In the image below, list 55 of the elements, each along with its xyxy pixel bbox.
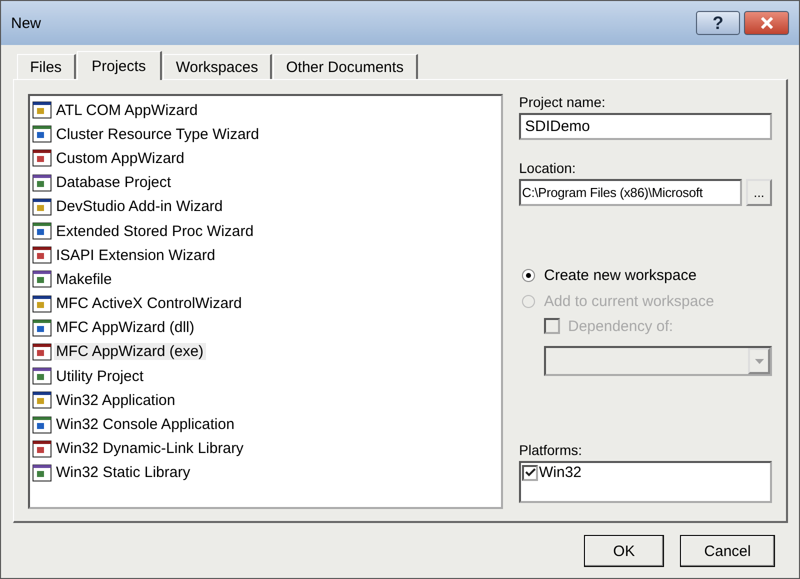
list-item[interactable]: Cluster Resource Type Wizard bbox=[54, 126, 262, 143]
window-title: New bbox=[11, 14, 42, 32]
list-item[interactable]: Utility Project bbox=[54, 368, 146, 385]
project-icon bbox=[32, 269, 52, 290]
location-field[interactable]: C:\Program Files (x86)\Microsoft bbox=[519, 179, 742, 206]
list-item[interactable]: Makefile bbox=[54, 270, 114, 288]
project-icon bbox=[32, 124, 52, 144]
project-icon bbox=[32, 342, 52, 362]
field-label: Platforms: bbox=[519, 442, 584, 458]
tab[interactable]: Projects bbox=[76, 51, 162, 80]
project-icon bbox=[32, 366, 52, 386]
browse-button[interactable]: ... bbox=[746, 179, 772, 206]
list-item[interactable]: MFC AppWizard (dll) bbox=[54, 319, 196, 336]
project-icon bbox=[32, 414, 52, 435]
checkbox[interactable] bbox=[522, 464, 538, 480]
radio-button[interactable] bbox=[522, 268, 535, 282]
field-label: Location: bbox=[519, 160, 577, 176]
project-icon bbox=[32, 390, 52, 410]
list-item[interactable]: DevStudio Add-in Wizard bbox=[54, 198, 225, 216]
tab[interactable]: Other Documents bbox=[273, 54, 418, 79]
project-icon bbox=[32, 148, 52, 168]
project-icon bbox=[32, 462, 52, 483]
list-item[interactable]: Win32 Application bbox=[54, 392, 178, 409]
project-icon bbox=[32, 100, 52, 120]
radio-label: Add to current workspace bbox=[544, 292, 714, 310]
dropdown-arrow-icon bbox=[754, 358, 764, 364]
field-label: Project name: bbox=[519, 94, 606, 110]
close-button[interactable] bbox=[744, 11, 789, 35]
project-icon bbox=[32, 196, 52, 217]
project-icon bbox=[32, 294, 52, 314]
list-item[interactable]: ATL COM AppWizard bbox=[54, 102, 200, 119]
project-icon bbox=[32, 221, 52, 242]
project-icon bbox=[32, 172, 52, 193]
checkbox-label: Dependency of: bbox=[568, 318, 674, 334]
list-item[interactable]: ISAPI Extension Wizard bbox=[54, 246, 218, 264]
list-item[interactable]: MFC ActiveX ControlWizard bbox=[54, 295, 244, 312]
ok-button[interactable]: OK bbox=[584, 535, 664, 567]
platform-label: Win32 bbox=[539, 464, 582, 481]
project-name-field[interactable]: SDIDemo bbox=[519, 113, 772, 140]
project-icon bbox=[32, 438, 52, 459]
list-item[interactable]: Win32 Static Library bbox=[54, 464, 192, 482]
project-icon bbox=[32, 318, 52, 338]
list-item[interactable]: Win32 Console Application bbox=[54, 416, 236, 434]
tab[interactable]: Files bbox=[17, 54, 76, 79]
list-item[interactable]: Win32 Dynamic-Link Library bbox=[54, 440, 246, 458]
project-icon bbox=[32, 245, 52, 266]
list-item[interactable]: Custom AppWizard bbox=[54, 150, 186, 167]
radio-label: Create new workspace bbox=[544, 266, 697, 284]
cancel-button[interactable]: Cancel bbox=[680, 535, 775, 567]
tab[interactable]: Workspaces bbox=[162, 54, 272, 79]
list-item[interactable]: MFC AppWizard (exe) bbox=[54, 343, 206, 360]
close-icon bbox=[758, 17, 774, 29]
list-item[interactable]: Extended Stored Proc Wizard bbox=[54, 222, 256, 240]
help-button[interactable]: ? bbox=[696, 11, 740, 35]
list-item[interactable]: Database Project bbox=[54, 174, 174, 192]
